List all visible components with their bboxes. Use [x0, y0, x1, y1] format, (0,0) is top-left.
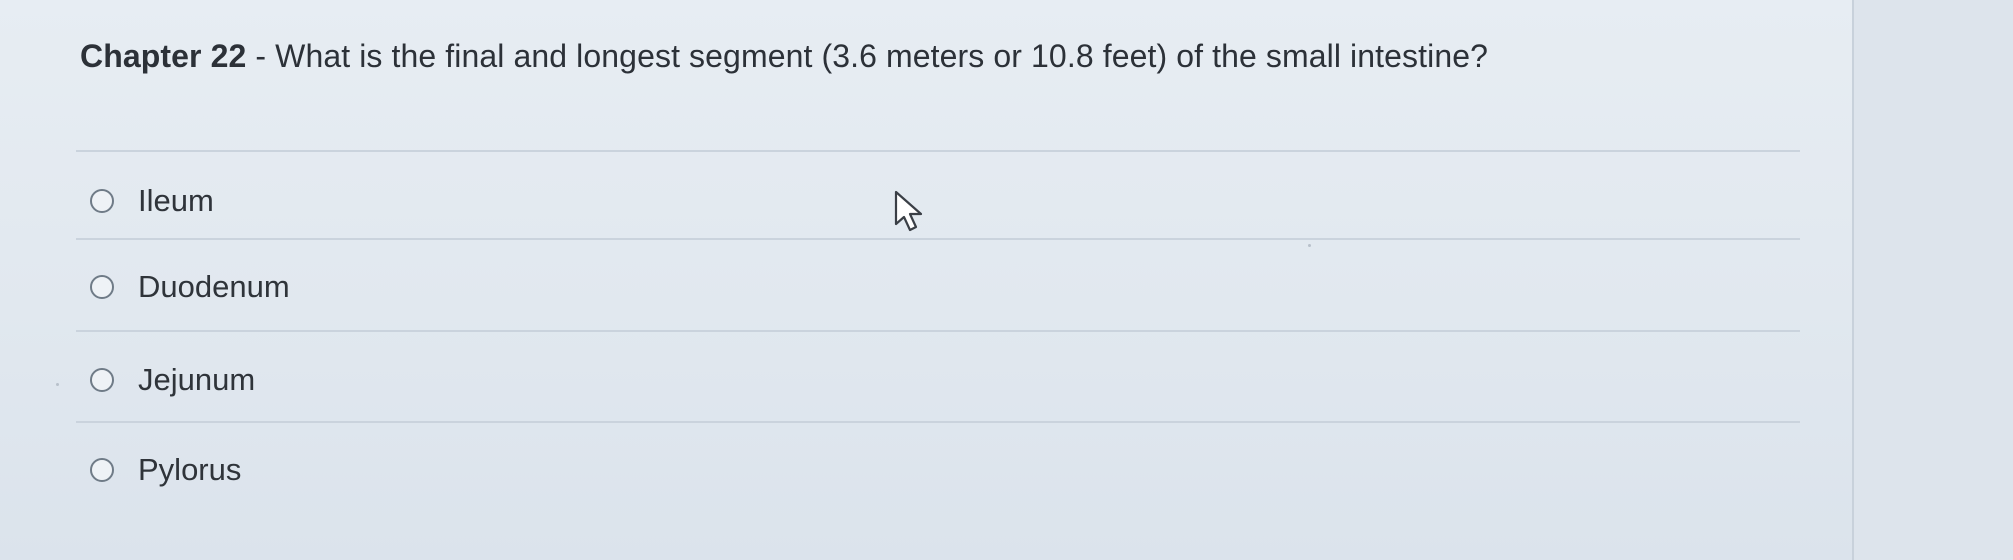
screen-speck: [56, 383, 59, 386]
choice-divider: [76, 330, 1800, 332]
choice-option-duodenum[interactable]: Duodenum: [70, 258, 1810, 316]
choice-option-jejunum[interactable]: Jejunum: [70, 351, 1810, 409]
question-card: Chapter 22 - What is the final and longe…: [0, 0, 1854, 560]
choice-label-ileum[interactable]: Ileum: [138, 183, 214, 219]
radio-button-ileum[interactable]: [90, 189, 114, 213]
choice-label-jejunum[interactable]: Jejunum: [138, 362, 255, 398]
mouse-pointer-icon: [894, 190, 923, 232]
question-divider: [76, 150, 1800, 152]
question-separator: -: [246, 38, 276, 74]
radio-button-pylorus[interactable]: [90, 458, 114, 482]
choice-divider: [76, 238, 1800, 240]
question-title: Chapter 22 - What is the final and longe…: [80, 38, 1488, 75]
right-margin: [1854, 0, 2013, 560]
choice-label-duodenum[interactable]: Duodenum: [138, 269, 290, 305]
radio-button-jejunum[interactable]: [90, 368, 114, 392]
choice-option-ileum[interactable]: Ileum: [70, 172, 1810, 230]
screen-speck: [1308, 244, 1311, 247]
choice-label-pylorus[interactable]: Pylorus: [138, 452, 241, 488]
radio-button-duodenum[interactable]: [90, 275, 114, 299]
question-chapter-prefix: Chapter 22: [80, 38, 247, 74]
choice-option-pylorus[interactable]: Pylorus: [70, 441, 1810, 499]
question-text: What is the final and longest segment (3…: [275, 38, 1489, 74]
choice-divider: [76, 421, 1800, 423]
